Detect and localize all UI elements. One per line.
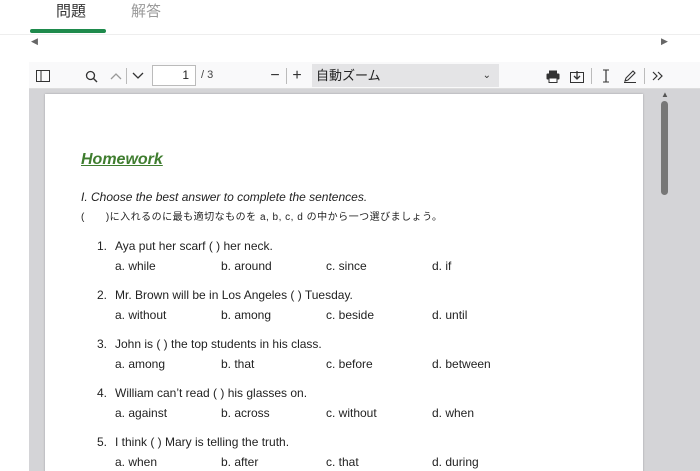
download-icon[interactable] <box>568 65 586 87</box>
answer-option: d. between <box>432 357 491 371</box>
pdf-viewer[interactable]: Homework I. Choose the best answer to co… <box>29 89 700 471</box>
instruction-text-jp: ( )に入れるのに最も適切なものを a, b, c, d の中から一つ選びましょ… <box>81 212 443 223</box>
answer-option: a. without <box>115 308 167 322</box>
answer-option: b. across <box>221 406 270 420</box>
more-tools-icon[interactable] <box>649 65 667 87</box>
question-number: 4. <box>97 386 108 400</box>
answer-option: d. until <box>432 308 468 322</box>
sidebar-toggle-icon[interactable] <box>33 65 53 87</box>
pdf-toolbar: 1 / 3 − + 自動ズーム ⌄ <box>29 62 700 89</box>
scroll-right-icon[interactable]: ▶ <box>661 36 668 47</box>
zoom-in-button[interactable]: + <box>289 65 305 87</box>
question-text: I think ( ) Mary is telling the truth. <box>115 435 290 449</box>
answer-option: d. during <box>432 455 479 469</box>
answer-option: b. that <box>221 357 255 371</box>
zoom-out-button[interactable]: − <box>267 65 283 87</box>
active-tab-indicator <box>30 29 106 33</box>
next-page-icon[interactable] <box>129 65 147 87</box>
answer-option: a. while <box>115 259 156 273</box>
page-number-input[interactable]: 1 <box>152 65 196 86</box>
chevron-down-icon: ⌄ <box>482 70 491 81</box>
scroll-up-icon[interactable]: ▲ <box>661 90 669 99</box>
tab-questions[interactable]: 問題 <box>56 0 86 26</box>
vertical-scrollbar[interactable]: ▲ <box>660 89 669 471</box>
answer-option: a. against <box>115 406 168 420</box>
question-item: 4. William can’t read ( ) his glasses on. <box>97 386 307 400</box>
question-number: 3. <box>97 337 108 351</box>
pdf-page: Homework I. Choose the best answer to co… <box>45 94 643 471</box>
answer-option: b. around <box>221 259 272 273</box>
question-text: William can’t read ( ) his glasses on. <box>115 386 308 400</box>
scrollbar-thumb[interactable] <box>661 101 668 195</box>
draw-icon[interactable] <box>621 65 639 87</box>
scroll-left-icon[interactable]: ◀ <box>31 36 38 47</box>
question-item: 2. Mr. Brown will be in Los Angeles ( ) T… <box>97 288 353 302</box>
text-cursor-icon[interactable] <box>598 65 614 87</box>
question-item: 1. Aya put her scarf ( ) her neck. <box>97 239 273 253</box>
answer-option: c. without <box>326 406 377 420</box>
search-icon[interactable] <box>81 65 101 87</box>
question-text: John is ( ) the top students in his clas… <box>115 337 322 351</box>
question-number: 5. <box>97 435 108 449</box>
document-title: Homework <box>81 151 163 168</box>
answer-option: c. that <box>326 455 359 469</box>
answer-option: a. among <box>115 357 166 371</box>
print-icon[interactable] <box>544 65 562 87</box>
toolbar-divider <box>644 68 645 84</box>
zoom-select-value: 自動ズーム <box>316 68 381 83</box>
tab-answers[interactable]: 解答 <box>131 0 161 26</box>
answer-option: c. since <box>326 259 367 273</box>
question-item: 3. John is ( ) the top students in his cl… <box>97 337 322 351</box>
zoom-select[interactable]: 自動ズーム ⌄ <box>312 64 499 87</box>
answer-option: d. when <box>432 406 475 420</box>
question-text: Mr. Brown will be in Los Angeles ( ) Tue… <box>115 288 353 302</box>
toolbar-divider <box>286 68 287 84</box>
tab-bar: 問題 解答 <box>0 0 700 34</box>
answer-option: c. beside <box>326 308 375 322</box>
answer-option: c. before <box>326 357 373 371</box>
question-item: 5. I think ( ) Mary is telling the truth. <box>97 435 289 449</box>
question-text: Aya put her scarf ( ) her neck. <box>115 239 273 253</box>
answer-option: d. if <box>432 259 452 273</box>
previous-page-icon[interactable] <box>107 65 125 87</box>
horizontal-scrollbar[interactable]: ◀ ▶ <box>0 34 700 46</box>
question-number: 2. <box>97 288 108 302</box>
answer-option: b. among <box>221 308 272 322</box>
toolbar-divider <box>591 68 592 84</box>
answer-option: a. when <box>115 455 158 469</box>
toolbar-divider <box>126 68 127 84</box>
instruction-text: I. Choose the best answer to complete th… <box>81 190 368 204</box>
page-total: / 3 <box>201 69 214 81</box>
answer-option: b. after <box>221 455 259 469</box>
question-number: 1. <box>97 239 108 253</box>
